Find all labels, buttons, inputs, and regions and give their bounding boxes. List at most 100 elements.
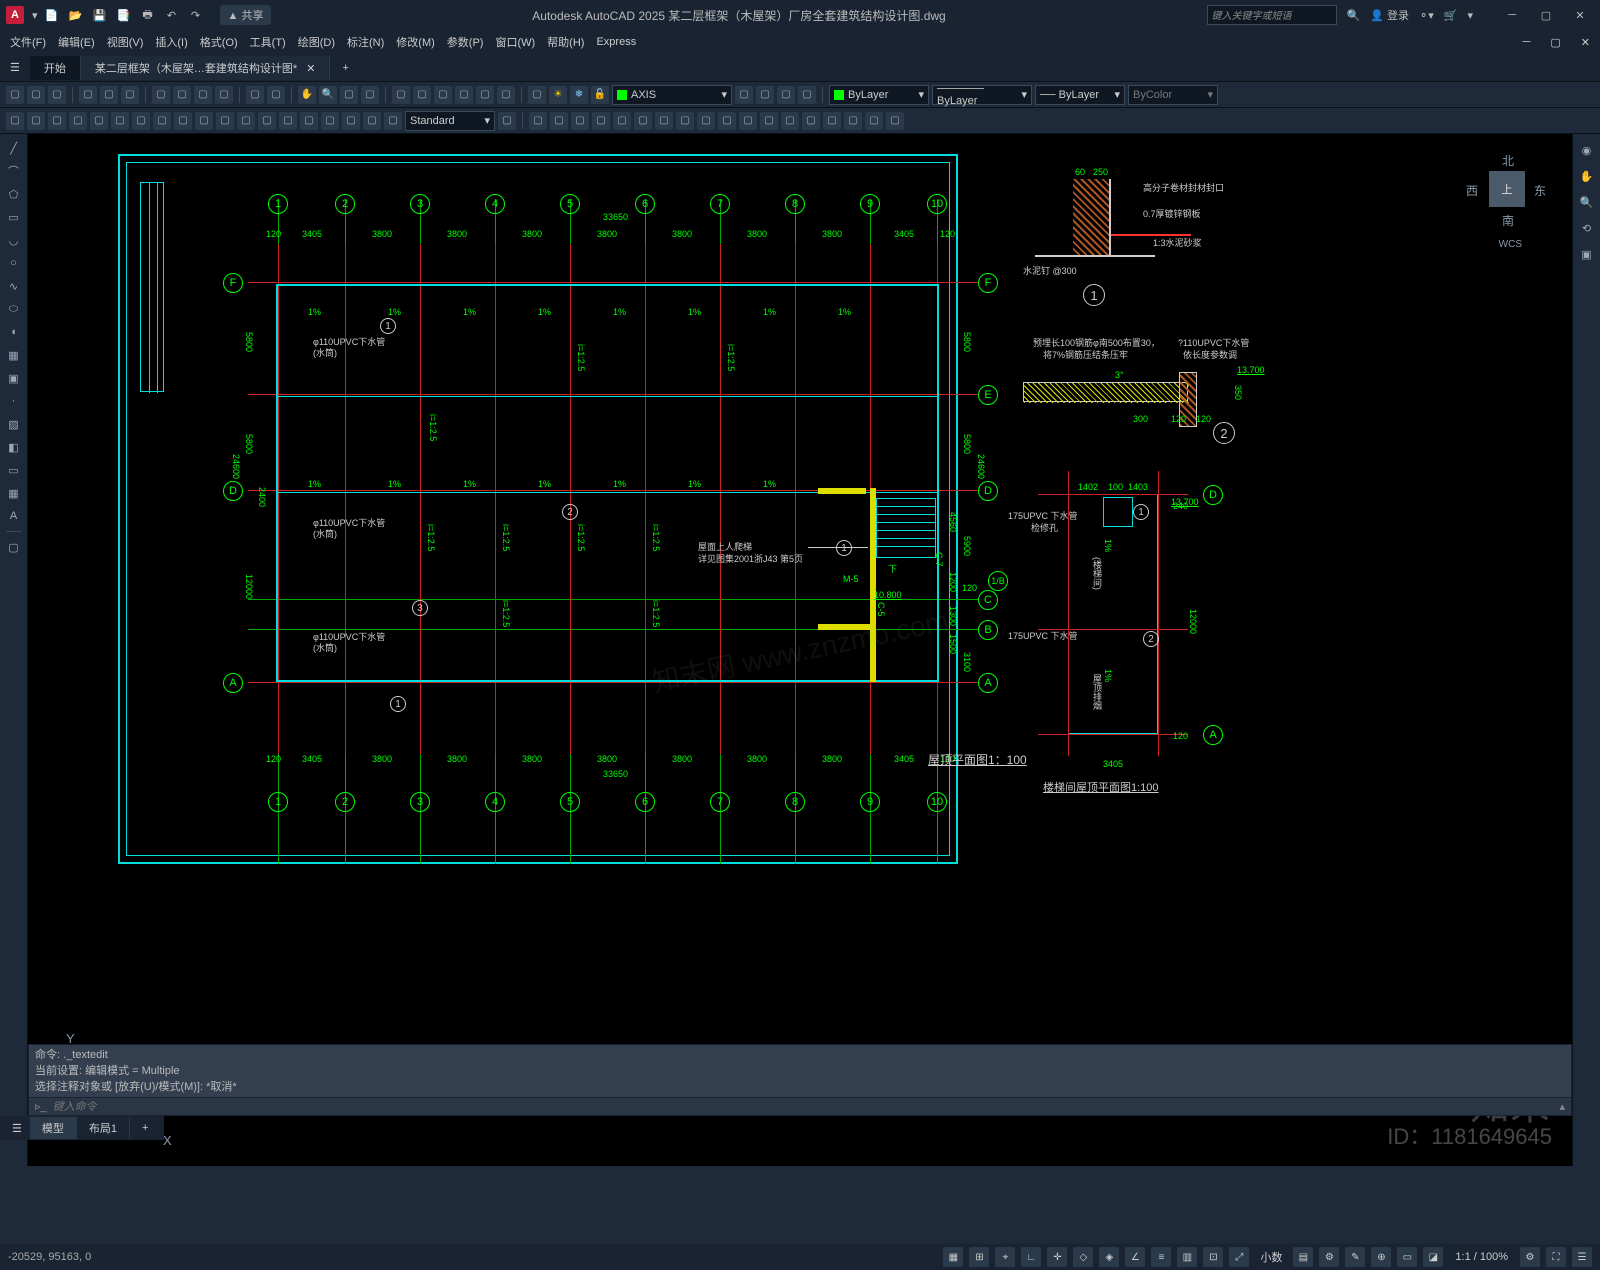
- dim-alg[interactable]: ▢: [27, 112, 45, 130]
- ellarc-tool[interactable]: ◖: [4, 322, 24, 342]
- sb-snap[interactable]: ⌖: [995, 1247, 1015, 1267]
- dim-ins[interactable]: ▢: [300, 112, 318, 130]
- sb-ortho[interactable]: ∟: [1021, 1247, 1041, 1267]
- menu-file[interactable]: 文件(F): [4, 32, 52, 52]
- viewcube[interactable]: 上 北 南 东 西: [1472, 154, 1542, 224]
- search-input[interactable]: 键入关键字或短语: [1207, 5, 1337, 25]
- mod-3[interactable]: ▢: [571, 112, 589, 130]
- hatch-tool[interactable]: ▨: [4, 414, 24, 434]
- match-btn[interactable]: ▢: [215, 86, 233, 104]
- lineweight-select[interactable]: ── ByLayer▾: [1035, 85, 1125, 105]
- tab-start[interactable]: 开始: [30, 56, 81, 80]
- copy-btn[interactable]: ▢: [173, 86, 191, 104]
- sb-qp[interactable]: ▤: [1293, 1247, 1313, 1267]
- arc-tool[interactable]: ◡: [4, 230, 24, 250]
- vc-e[interactable]: 东: [1534, 182, 1546, 199]
- layer-select[interactable]: AXIS▾: [612, 85, 732, 105]
- block-tool[interactable]: ▣: [4, 368, 24, 388]
- wcs-label[interactable]: WCS: [1499, 239, 1522, 250]
- mod-4[interactable]: ▢: [592, 112, 610, 130]
- mod-2[interactable]: ▢: [550, 112, 568, 130]
- menu-help[interactable]: 帮助(H): [541, 32, 590, 52]
- mod-6[interactable]: ▢: [634, 112, 652, 130]
- tab-layout1[interactable]: 布局1: [77, 1117, 130, 1139]
- freeze-icon[interactable]: ❄: [570, 86, 588, 104]
- open-btn[interactable]: ▢: [27, 86, 45, 104]
- sb-otrack[interactable]: ∠: [1125, 1247, 1145, 1267]
- saveas-icon[interactable]: 📑: [116, 7, 132, 23]
- showmotion-icon[interactable]: ▣: [1577, 244, 1597, 264]
- new-btn[interactable]: ▢: [6, 86, 24, 104]
- tab-model[interactable]: 模型: [30, 1117, 77, 1139]
- dim-dia[interactable]: ▢: [111, 112, 129, 130]
- dim-r1[interactable]: ▢: [498, 112, 516, 130]
- mod-14[interactable]: ▢: [802, 112, 820, 130]
- sun-icon[interactable]: ☀: [549, 86, 567, 104]
- tab-close-icon[interactable]: ✕: [306, 63, 315, 75]
- menu-express[interactable]: Express: [590, 34, 642, 50]
- lay-t4[interactable]: ▢: [798, 86, 816, 104]
- dim-upd[interactable]: ▢: [384, 112, 402, 130]
- dim-ang[interactable]: ▢: [132, 112, 150, 130]
- drawing-canvas[interactable]: 下 屋面上人爬梯 详见图集2001浙J43 第5页 φ110UPVC下水管(水筒…: [28, 134, 1572, 1166]
- basket-icon[interactable]: ⚬▾: [1419, 9, 1434, 22]
- preview-btn[interactable]: ▢: [100, 86, 118, 104]
- pan-btn[interactable]: ✋: [298, 86, 316, 104]
- paste-btn[interactable]: ▢: [194, 86, 212, 104]
- share-button[interactable]: ▲ 共享: [220, 5, 272, 25]
- sb-ann[interactable]: ⤢: [1229, 1247, 1249, 1267]
- help-icon[interactable]: ▾: [1467, 9, 1473, 22]
- menu-tools[interactable]: 工具(T): [244, 32, 292, 52]
- dimstyle-select[interactable]: Standard▾: [405, 111, 495, 131]
- tp-btn[interactable]: ▢: [434, 86, 452, 104]
- dim-cnt[interactable]: ▢: [195, 112, 213, 130]
- dim-txa[interactable]: ▢: [342, 112, 360, 130]
- command-input[interactable]: [53, 1101, 1560, 1113]
- mod-1[interactable]: ▢: [529, 112, 547, 130]
- cmd-up-icon[interactable]: ▴: [1559, 1100, 1565, 1113]
- doc-close-icon[interactable]: ✕: [1575, 34, 1596, 51]
- mod-15[interactable]: ▢: [823, 112, 841, 130]
- sb-ws[interactable]: ⚙: [1319, 1247, 1339, 1267]
- sb-qv[interactable]: ▭: [1397, 1247, 1417, 1267]
- save-icon[interactable]: 💾: [92, 7, 108, 23]
- zoom-btn[interactable]: 🔍: [319, 86, 337, 104]
- dim-tol[interactable]: ▢: [258, 112, 276, 130]
- layout-menu-icon[interactable]: ☰: [4, 1119, 30, 1138]
- cut-btn[interactable]: ▢: [152, 86, 170, 104]
- menu-draw[interactable]: 绘图(D): [292, 32, 341, 52]
- doc-min-icon[interactable]: ─: [1517, 34, 1537, 51]
- region-tool[interactable]: ▭: [4, 460, 24, 480]
- undo-icon[interactable]: ↶: [164, 7, 180, 23]
- menu-edit[interactable]: 编辑(E): [52, 32, 101, 52]
- dim-sty[interactable]: ▢: [363, 112, 381, 130]
- lay-t1[interactable]: ▢: [735, 86, 753, 104]
- mod-17[interactable]: ▢: [865, 112, 883, 130]
- menu-params[interactable]: 参数(P): [441, 32, 490, 52]
- layer-btn[interactable]: ▢: [528, 86, 546, 104]
- menu-modify[interactable]: 修改(M): [390, 32, 441, 52]
- menu-view[interactable]: 视图(V): [101, 32, 150, 52]
- mod-5[interactable]: ▢: [613, 112, 631, 130]
- linetype-select[interactable]: ────── ByLayer▾: [932, 85, 1032, 105]
- dropdown-icon[interactable]: ▾: [32, 9, 38, 22]
- ssm-btn[interactable]: ▢: [455, 86, 473, 104]
- mod-10[interactable]: ▢: [718, 112, 736, 130]
- nav-wheel-icon[interactable]: ◉: [1577, 140, 1597, 160]
- sb-units-label[interactable]: 小数: [1255, 1249, 1287, 1265]
- new-icon[interactable]: 📄: [44, 7, 60, 23]
- lock-icon[interactable]: 🔓: [591, 86, 609, 104]
- close-button[interactable]: ✕: [1566, 5, 1594, 25]
- point-tool[interactable]: ·: [4, 391, 24, 411]
- mod-11[interactable]: ▢: [739, 112, 757, 130]
- sb-iso[interactable]: ◪: [1423, 1247, 1443, 1267]
- tabs-menu-icon[interactable]: ☰: [0, 57, 30, 78]
- menu-format[interactable]: 格式(O): [194, 32, 244, 52]
- redo-btn[interactable]: ▢: [267, 86, 285, 104]
- tab-add-layout[interactable]: +: [130, 1119, 160, 1137]
- vc-w[interactable]: 西: [1466, 182, 1478, 199]
- sb-3dosnap[interactable]: ◈: [1099, 1247, 1119, 1267]
- sb-osnap[interactable]: ◇: [1073, 1247, 1093, 1267]
- dim-rad[interactable]: ▢: [90, 112, 108, 130]
- sb-amon[interactable]: ✎: [1345, 1247, 1365, 1267]
